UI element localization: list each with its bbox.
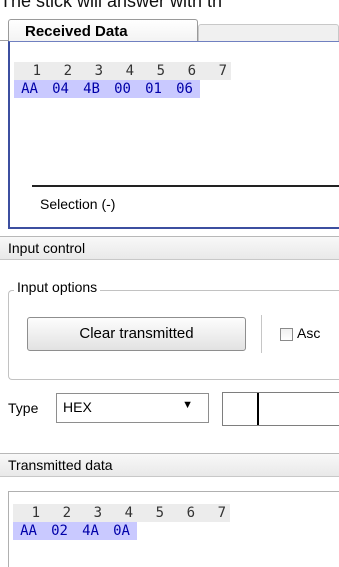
selection-divider bbox=[32, 185, 339, 187]
transmitted-byte-cell[interactable] bbox=[199, 522, 230, 540]
received-byte-cell[interactable]: 4B bbox=[76, 80, 107, 98]
transmitted-data-title: Transmitted data bbox=[8, 457, 113, 473]
tab-adjacent[interactable] bbox=[198, 24, 339, 42]
input-options-title: Input options bbox=[14, 279, 101, 295]
input-control-title: Input control bbox=[8, 240, 86, 256]
received-byte-cell[interactable]: 01 bbox=[138, 80, 169, 98]
received-column-header: 7 bbox=[218, 63, 227, 79]
received-byte-cell[interactable]: 06 bbox=[169, 80, 200, 98]
transmitted-byte-cell[interactable]: 4A bbox=[75, 522, 106, 540]
hex-input-field[interactable] bbox=[222, 392, 339, 426]
clear-transmitted-button[interactable]: Clear transmitted bbox=[27, 317, 246, 351]
transmitted-byte-cell[interactable]: 02 bbox=[44, 522, 75, 540]
transmitted-byte-grid: 1 2 3 4 5 6 7 AA 02 4A 0A bbox=[13, 504, 230, 540]
transmitted-column-header: 1 bbox=[31, 505, 40, 521]
received-byte-cell[interactable]: AA bbox=[14, 80, 45, 98]
tab-strip: Received Data bbox=[0, 16, 339, 43]
type-select-value: HEX bbox=[63, 399, 92, 415]
hex-input-cursor-cell bbox=[223, 393, 259, 425]
transmitted-byte-cell[interactable]: 0A bbox=[106, 522, 137, 540]
transmitted-byte-cell[interactable] bbox=[137, 522, 168, 540]
transmitted-column-header: 4 bbox=[124, 505, 133, 521]
ascii-checkbox[interactable] bbox=[280, 328, 293, 341]
transmitted-column-header: 5 bbox=[155, 505, 164, 521]
transmitted-byte-cell[interactable] bbox=[168, 522, 199, 540]
received-column-header: 6 bbox=[187, 63, 196, 79]
type-select[interactable]: HEX ▼ bbox=[56, 393, 209, 423]
received-column-header: 3 bbox=[94, 63, 103, 79]
ascii-checkbox-label: Asc bbox=[297, 325, 321, 341]
received-column-header: 5 bbox=[156, 63, 165, 79]
received-column-header: 1 bbox=[32, 63, 41, 79]
transmitted-byte-row: AA 02 4A 0A bbox=[13, 522, 230, 540]
dropdown-arrow-icon: ▼ bbox=[182, 399, 193, 411]
selection-status: Selection (-) bbox=[40, 196, 116, 212]
received-byte-row: AA 04 4B 00 01 06 bbox=[14, 80, 231, 98]
input-control-header: Input control bbox=[0, 236, 339, 260]
received-column-header-row: 1 2 3 4 5 6 7 bbox=[14, 62, 231, 80]
transmitted-column-header-row: 1 2 3 4 5 6 7 bbox=[13, 504, 230, 522]
tab-received-data[interactable]: Received Data bbox=[8, 19, 198, 43]
received-byte-cell[interactable]: 04 bbox=[45, 80, 76, 98]
toolbar-separator bbox=[261, 315, 262, 353]
transmitted-data-header: Transmitted data bbox=[0, 453, 339, 477]
transmitted-column-header: 3 bbox=[93, 505, 102, 521]
received-data-panel: 1 2 3 4 5 6 7 AA 04 4B 00 01 06 Selection (-) bbox=[8, 41, 339, 229]
received-column-header: 2 bbox=[63, 63, 72, 79]
transmitted-data-panel: 1 2 3 4 5 6 7 AA 02 4A 0A bbox=[8, 491, 339, 567]
received-byte-cell[interactable]: 00 bbox=[107, 80, 138, 98]
transmitted-column-header: 7 bbox=[217, 505, 226, 521]
type-label: Type bbox=[8, 400, 39, 416]
transmitted-column-header: 2 bbox=[62, 505, 71, 521]
received-byte-cell[interactable] bbox=[200, 80, 231, 98]
received-byte-grid: 1 2 3 4 5 6 7 AA 04 4B 00 01 06 bbox=[14, 62, 231, 98]
cut-off-heading-text: The stick will answer with th bbox=[0, 0, 223, 11]
transmitted-column-header: 6 bbox=[186, 505, 195, 521]
transmitted-byte-cell[interactable]: AA bbox=[13, 522, 44, 540]
received-column-header: 4 bbox=[125, 63, 134, 79]
